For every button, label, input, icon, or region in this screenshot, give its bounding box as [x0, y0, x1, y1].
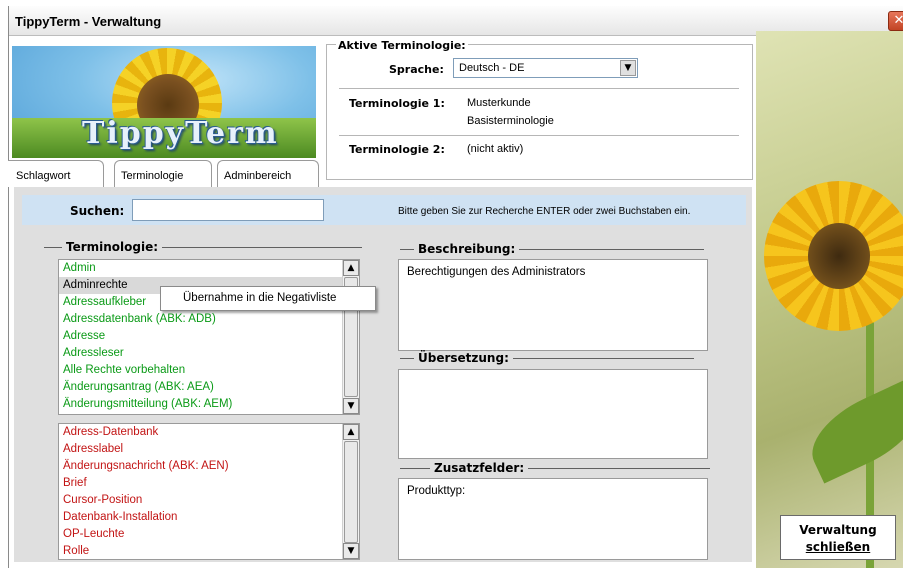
- window-close-button[interactable]: ✕: [888, 11, 903, 31]
- allowed-terms-items: Admin Adminrechte Adressaufkleber Adressdat…: [59, 260, 359, 413]
- list-item[interactable]: OP-Leuchte: [59, 526, 359, 543]
- logo-text: TippyTerm: [82, 116, 279, 151]
- list-item[interactable]: Admin: [59, 260, 359, 277]
- language-label: Sprache:: [389, 63, 444, 76]
- tab-schlagwort[interactable]: Schlagwort: [8, 160, 104, 187]
- blocked-terms-list[interactable]: Adress-Datenbank Adresslabel Änderungsnach…: [58, 423, 360, 560]
- search-hint: Bitte geben Sie zur Recherche ENTER oder…: [398, 206, 691, 217]
- description-title: Beschreibung:: [414, 242, 520, 256]
- sunflower-side-image: [756, 31, 903, 568]
- tab-adminbereich[interactable]: Adminbereich: [217, 160, 319, 187]
- list-item[interactable]: Adresse: [59, 328, 359, 345]
- scrollbar-thumb[interactable]: [344, 441, 358, 543]
- description-textbox[interactable]: Berechtigungen des Administrators: [398, 259, 708, 351]
- language-select-value: Deutsch - DE: [459, 62, 525, 74]
- translation-textbox[interactable]: [398, 369, 708, 459]
- close-management-button[interactable]: Verwaltung schließen: [780, 515, 896, 560]
- tab-terminologie[interactable]: Terminologie: [114, 160, 212, 187]
- context-menu: Übernahme in die Negativliste: [160, 286, 376, 311]
- close-button-line2: schließen: [805, 540, 871, 554]
- list-item[interactable]: Adresslabel: [59, 441, 359, 458]
- schlagwort-panel: Suchen: Bitte geben Sie zur Recherche EN…: [14, 187, 752, 562]
- terminology-group-title: Terminologie:: [62, 240, 163, 254]
- list-item[interactable]: Änderungsmitteilung (ABK: AEM): [59, 396, 359, 413]
- blocked-terms-items: Adress-Datenbank Adresslabel Änderungsnach…: [59, 424, 359, 559]
- scroll-up-icon[interactable]: ▲: [343, 424, 359, 440]
- close-icon: ✕: [893, 13, 903, 28]
- leaf-image: [798, 378, 903, 484]
- allowed-terms-scrollbar[interactable]: ▲ ▼: [342, 260, 359, 414]
- list-item[interactable]: Alle Rechte vorbehalten: [59, 362, 359, 379]
- extra-fields-textbox[interactable]: Produkttyp:: [398, 478, 708, 560]
- search-input[interactable]: [132, 199, 324, 221]
- terminology-1-value-line1: Musterkunde: [467, 97, 531, 109]
- extra-fields-title: Zusatzfelder:: [430, 461, 529, 475]
- list-item[interactable]: Adressdatenbank (ABK: ADB): [59, 311, 359, 328]
- tippyterm-logo: TippyTerm: [12, 46, 316, 158]
- divider: [339, 88, 739, 89]
- list-item[interactable]: Rolle: [59, 543, 359, 559]
- list-item[interactable]: Änderungsantrag (ABK: AEA): [59, 379, 359, 396]
- terminology-2-value: (nicht aktiv): [467, 143, 524, 155]
- close-button-line1: Verwaltung: [799, 523, 877, 537]
- search-label: Suchen:: [70, 204, 125, 218]
- language-select[interactable]: Deutsch - DE ▼: [453, 58, 638, 78]
- list-item[interactable]: Brief: [59, 475, 359, 492]
- allowed-terms-list[interactable]: Admin Adminrechte Adressaufkleber Adressdat…: [58, 259, 360, 415]
- context-menu-item-negative-list[interactable]: Übernahme in die Negativliste: [183, 292, 336, 304]
- active-terminology-legend: Aktive Terminologie:: [336, 39, 468, 52]
- list-item[interactable]: Adressleser: [59, 345, 359, 362]
- window-title: TippyTerm - Verwaltung: [15, 14, 162, 29]
- search-bar: Suchen: Bitte geben Sie zur Recherche EN…: [22, 195, 746, 225]
- scroll-down-icon[interactable]: ▼: [343, 398, 359, 414]
- scroll-down-icon[interactable]: ▼: [343, 543, 359, 559]
- list-item[interactable]: Änderungsnachricht (ABK: AEN): [59, 458, 359, 475]
- terminology-1-value-line2: Basisterminologie: [467, 115, 554, 127]
- terminology-1-label: Terminologie 1:: [349, 97, 445, 110]
- sunflower-core-image: [808, 223, 870, 289]
- divider: [339, 135, 739, 136]
- chevron-down-icon[interactable]: ▼: [620, 60, 636, 76]
- list-item[interactable]: Cursor-Position: [59, 492, 359, 509]
- list-item[interactable]: Adress-Datenbank: [59, 424, 359, 441]
- active-terminology-group: Aktive Terminologie: Sprache: Deutsch - …: [326, 39, 753, 180]
- scroll-up-icon[interactable]: ▲: [343, 260, 359, 276]
- translation-title: Übersetzung:: [414, 351, 513, 365]
- terminology-2-label: Terminologie 2:: [349, 143, 445, 156]
- blocked-terms-scrollbar[interactable]: ▲ ▼: [342, 424, 359, 559]
- list-item[interactable]: Datenbank-Installation: [59, 509, 359, 526]
